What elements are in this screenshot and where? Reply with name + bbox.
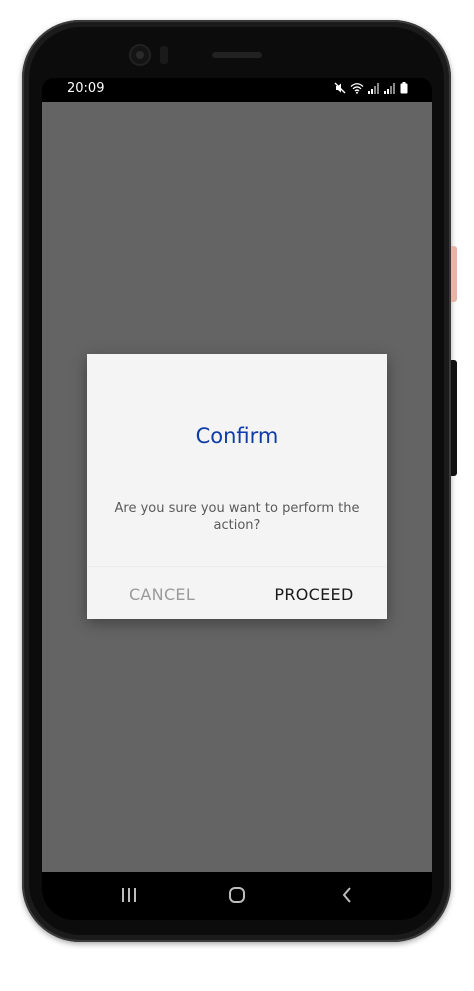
confirm-dialog: Confirm Are you sure you want to perform… [87,354,387,619]
power-button [451,360,457,476]
signal-icon [368,83,379,94]
cancel-button[interactable]: CANCEL [107,576,217,612]
battery-icon [400,82,408,94]
proceed-button[interactable]: PROCEED [255,576,373,612]
recent-apps-button[interactable] [109,878,149,912]
earpiece-speaker [212,52,262,58]
phone-screen: 20:09 Confirm Are you sure you want to p… [42,78,432,920]
home-button[interactable] [217,878,257,912]
proximity-sensor [160,46,168,64]
side-button [451,246,457,302]
app-content-overlay: Confirm Are you sure you want to perform… [42,102,432,872]
navigation-bar [42,872,432,920]
dialog-title: Confirm [195,424,279,448]
back-icon [342,887,351,903]
signal-icon [384,83,395,94]
status-time: 20:09 [67,81,105,96]
front-camera [129,44,151,66]
status-bar: 20:09 [42,78,432,102]
dialog-message: Are you sure you want to perform the act… [114,501,360,533]
home-icon [229,887,245,903]
back-button[interactable] [327,878,367,912]
wifi-icon [350,83,364,94]
mute-icon [334,82,346,94]
dialog-divider [87,566,387,567]
status-icons [334,82,408,94]
recent-apps-icon [122,888,136,902]
